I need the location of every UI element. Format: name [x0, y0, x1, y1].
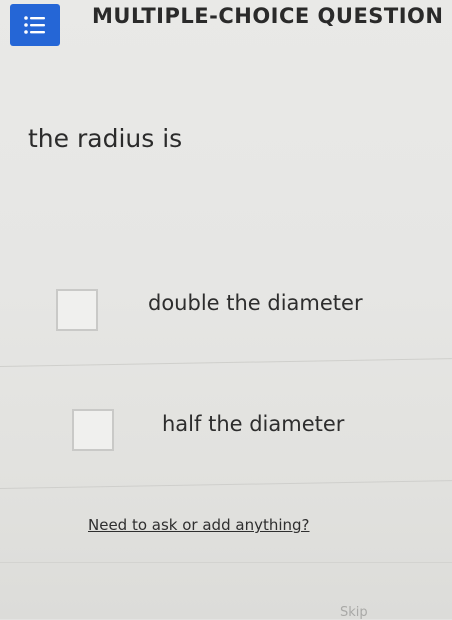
- question-header: MULTIPLE-CHOICE QUESTION: [0, 0, 452, 48]
- choice-label: double the diameter: [148, 291, 363, 315]
- list-icon: [24, 16, 45, 34]
- choice-checkbox[interactable]: [56, 289, 98, 331]
- help-link[interactable]: Need to ask or add anything?: [88, 516, 310, 534]
- choice-option-2[interactable]: half the diameter: [0, 392, 452, 456]
- choice-checkbox[interactable]: [72, 409, 114, 451]
- choice-label: half the diameter: [162, 412, 345, 436]
- skip-button[interactable]: Skip: [340, 605, 368, 620]
- question-text: the radius is: [28, 124, 183, 153]
- divider: [0, 562, 452, 563]
- question-type-title: MULTIPLE-CHOICE QUESTION: [92, 4, 444, 28]
- list-icon-badge: [10, 4, 60, 46]
- choice-option-1[interactable]: double the diameter: [0, 272, 452, 336]
